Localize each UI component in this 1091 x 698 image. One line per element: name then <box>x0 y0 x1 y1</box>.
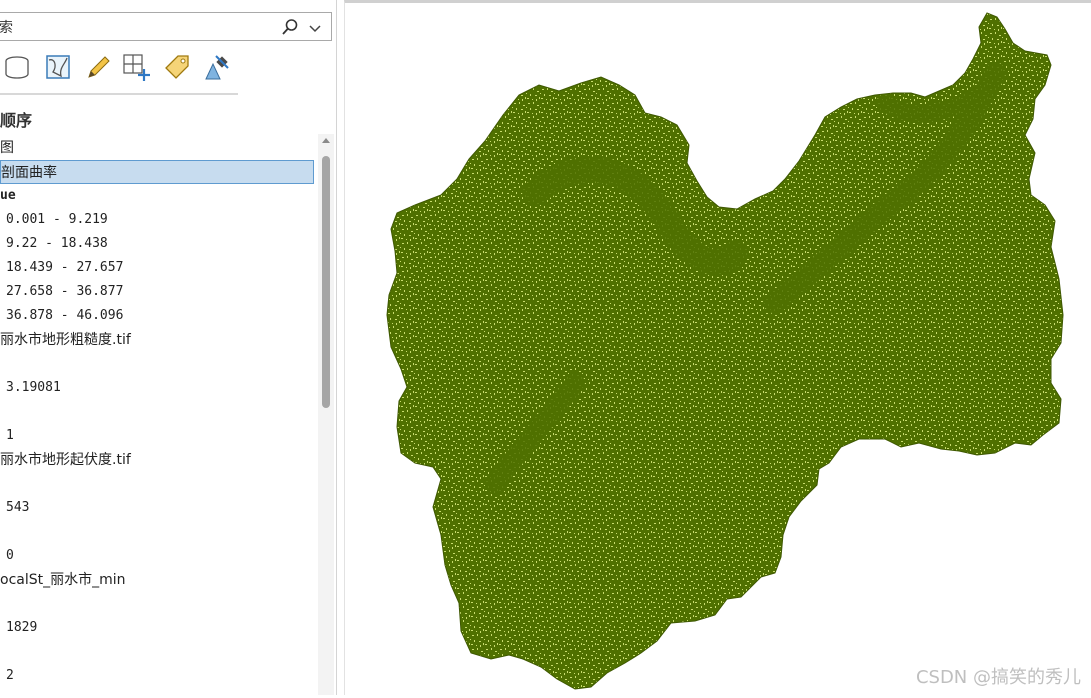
edit-pencil-icon[interactable] <box>83 52 113 82</box>
chevron-down-icon[interactable] <box>308 20 322 34</box>
add-grid-icon[interactable] <box>121 52 151 82</box>
toolbar-divider <box>0 93 238 95</box>
contents-pane: 顺序 图剖面曲率ue0.001 - 9.2199.22 - 18.43818.4… <box>0 0 337 695</box>
layer-tree-row[interactable]: ocalSt_丽水市_min <box>0 568 314 592</box>
contents-toolbar <box>0 50 240 90</box>
layer-tree-row[interactable]: 丽水市地形粗糙度.tif <box>0 328 314 352</box>
layer-tree-row[interactable]: 543 <box>0 496 314 520</box>
layer-tree-row[interactable]: 丽水市地形起伏度.tif <box>0 448 314 472</box>
layer-tree-row[interactable] <box>0 640 314 664</box>
database-icon[interactable] <box>2 52 32 82</box>
layer-tree-row[interactable]: 3.19081 <box>0 376 314 400</box>
search-input[interactable] <box>0 15 269 38</box>
layer-tree-row[interactable]: ue <box>0 184 314 208</box>
layer-tree-row[interactable]: 36.878 - 46.096 <box>0 304 314 328</box>
layer-tree: 图剖面曲率 ue 0.001 - 9.219 9.22 - 18.438 18.439 … <box>0 134 316 695</box>
layer-tree-row[interactable]: 1829 <box>0 616 314 640</box>
lishui-raster-map[interactable] <box>345 3 1091 698</box>
map-layer-icon[interactable] <box>43 52 73 82</box>
layer-tree-row[interactable]: 9.22 - 18.438 <box>0 232 314 256</box>
search-box[interactable] <box>0 12 332 41</box>
search-icon[interactable] <box>281 18 299 36</box>
layer-row-selected[interactable]: 剖面曲率 <box>0 160 314 184</box>
label-tag-icon[interactable] <box>162 52 192 82</box>
layer-tree-row[interactable]: 27.658 - 36.877 <box>0 280 314 304</box>
layer-tree-row[interactable] <box>0 472 314 496</box>
scrollbar-thumb[interactable] <box>322 156 330 408</box>
layer-tree-row[interactable]: 0.001 - 9.219 <box>0 208 314 232</box>
layer-tree-row[interactable]: 1 <box>0 424 314 448</box>
layer-tree-row[interactable] <box>0 400 314 424</box>
scrollbar[interactable] <box>318 134 334 695</box>
layer-tree-row[interactable]: 18.439 - 27.657 <box>0 256 314 280</box>
watermark: CSDN @搞笑的秀儿 <box>915 667 1081 688</box>
layer-tree-row[interactable] <box>0 520 314 544</box>
layer-tree-row[interactable]: 0 <box>0 544 314 568</box>
scroll-up-arrow-icon[interactable] <box>322 138 330 143</box>
layer-tree-row[interactable] <box>0 592 314 616</box>
layer-tree-row[interactable]: 图 <box>0 136 314 160</box>
layer-tree-row[interactable]: 2 <box>0 664 314 688</box>
map-view[interactable]: CSDN @搞笑的秀儿 <box>344 0 1091 695</box>
layer-tree-row[interactable] <box>0 352 314 376</box>
drawing-order-header: 顺序 <box>0 111 33 130</box>
satellite-icon[interactable] <box>203 52 233 82</box>
